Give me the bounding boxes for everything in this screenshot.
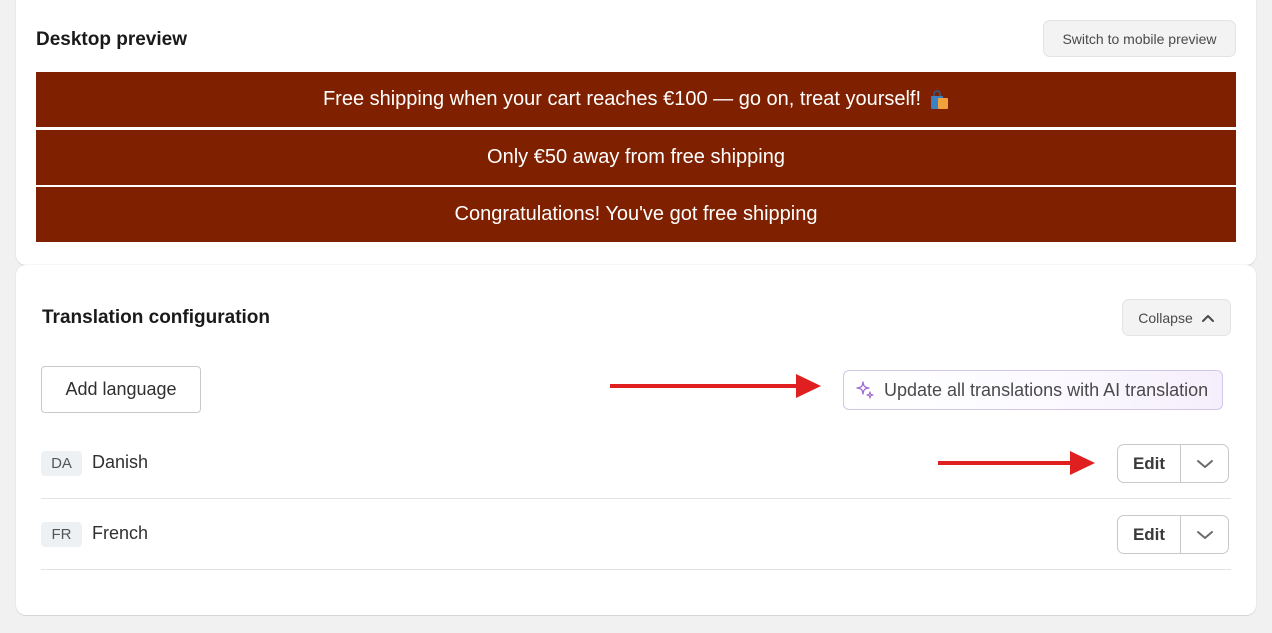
announcement-bar-text: Only €50 away from free shipping: [487, 146, 785, 168]
chevron-down-icon: [1196, 530, 1213, 539]
translation-configuration-title: Translation configuration: [42, 307, 271, 328]
ai-translation-label: Update all translations with AI translat…: [884, 379, 1209, 400]
announcement-bar-2: Only €50 away from free shipping: [36, 130, 1236, 185]
edit-split-button: Edit: [1117, 444, 1229, 483]
arrow-annotation-icon: [938, 451, 1095, 475]
language-code-badge: DA: [41, 451, 82, 476]
add-language-button[interactable]: Add language: [41, 366, 201, 413]
preview-title: Desktop preview: [36, 29, 187, 50]
more-options-button[interactable]: [1181, 516, 1228, 553]
announcement-bar-3: Congratulations! You've got free shippin…: [36, 187, 1236, 242]
edit-button[interactable]: Edit: [1118, 516, 1181, 553]
language-name: French: [92, 523, 149, 543]
translation-configuration-card: Translation configuration Collapse Add l…: [16, 265, 1256, 615]
announcement-bar-text: Congratulations! You've got free shippin…: [454, 203, 818, 225]
language-row-french: FR French Edit: [41, 499, 1231, 570]
language-code-badge: FR: [41, 522, 82, 547]
edit-button[interactable]: Edit: [1118, 445, 1181, 482]
desktop-preview-card: Desktop preview Switch to mobile preview…: [16, 0, 1256, 265]
chevron-down-icon: [1196, 459, 1213, 468]
collapse-button[interactable]: Collapse: [1122, 299, 1231, 336]
language-row-danish: DA Danish Edit: [41, 428, 1231, 499]
ai-translation-button[interactable]: Update all translations with AI translat…: [843, 370, 1223, 410]
arrow-annotation-icon: [610, 374, 821, 398]
switch-to-mobile-preview-button[interactable]: Switch to mobile preview: [1043, 20, 1236, 57]
more-options-button[interactable]: [1181, 445, 1228, 482]
announcement-bar-1: Free shipping when your cart reaches €10…: [36, 72, 1236, 127]
announcement-bar-text: Free shipping when your cart reaches €10…: [322, 88, 922, 110]
chevron-up-icon: [1201, 314, 1214, 322]
sparkle-icon: [856, 381, 874, 399]
collapse-label: Collapse: [1138, 309, 1193, 326]
edit-split-button: Edit: [1117, 515, 1229, 554]
language-name: Danish: [92, 452, 149, 472]
shopping-bag-icon: [929, 89, 949, 110]
